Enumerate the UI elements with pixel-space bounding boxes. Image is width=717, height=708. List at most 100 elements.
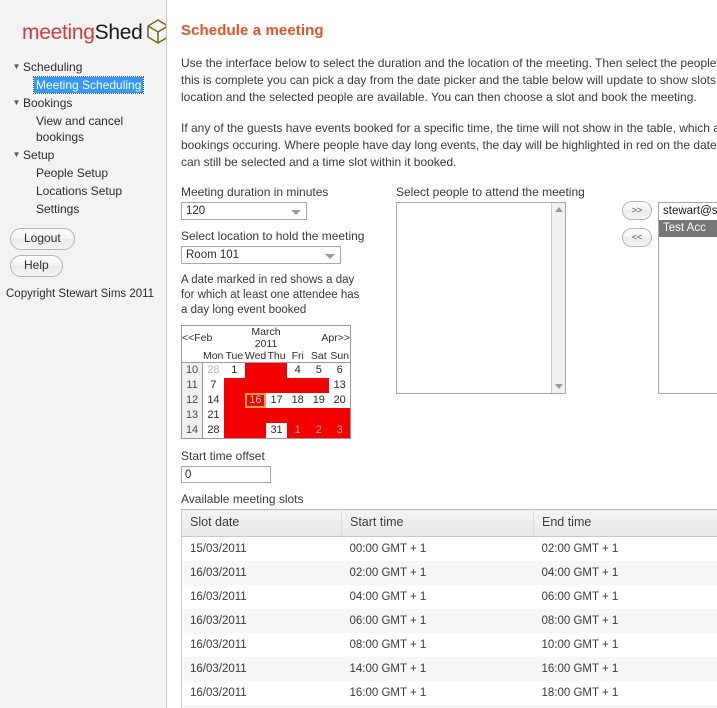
slots-col-end-time[interactable]: End time: [533, 509, 717, 537]
location-select[interactable]: Room 101: [181, 246, 341, 264]
sidebar-item-settings[interactable]: Settings: [8, 200, 166, 218]
cube-icon: [143, 16, 166, 49]
chevron-down-icon[interactable]: ▼: [10, 59, 23, 75]
table-row[interactable]: 16/03/2011 08:00 GMT + 1 10:00 GMT + 1: [181, 633, 717, 657]
calendar-week-row: 14 28 29 30 31 1 2 3: [181, 423, 351, 439]
calendar-week-number: 13: [181, 408, 204, 423]
sidebar-actions: Logout Help: [0, 228, 166, 282]
calendar-month-label: March: [251, 326, 281, 338]
intro-paragraph-1: Use the interface below to select the du…: [181, 56, 717, 104]
attending-people-items: stewart@ssims.co.ukTest Acc: [659, 203, 717, 237]
end-time-cell: 16:00 GMT + 1: [533, 657, 717, 681]
calendar-next-month-button[interactable]: Apr>>: [308, 325, 351, 350]
calendar-dow-thu: Thu: [266, 350, 288, 363]
calendar-day[interactable]: 17: [266, 393, 288, 408]
app-window: meeting Shed ▼ Scheduling Meeting Schedu…: [0, 0, 717, 708]
chevron-down-icon[interactable]: [325, 254, 335, 259]
table-row[interactable]: 16/03/2011 04:00 GMT + 1 06:00 GMT + 1: [181, 585, 717, 609]
calendar-day-selected[interactable]: 16: [244, 393, 266, 408]
location-select-value: Room 101: [186, 249, 240, 261]
sidebar-item-view-cancel-bookings[interactable]: View and cancel bookings: [8, 112, 166, 146]
calendar-day[interactable]: 14: [202, 393, 224, 408]
calendar-day[interactable]: 24: [266, 408, 288, 423]
help-button[interactable]: Help: [10, 255, 63, 277]
table-row[interactable]: 16/03/2011 14:00 GMT + 1 16:00 GMT + 1: [181, 657, 717, 681]
attending-people-listbox[interactable]: stewart@ssims.co.ukTest Acc: [658, 202, 717, 394]
calendar-day[interactable]: 11: [287, 378, 309, 393]
calendar-day[interactable]: 25: [287, 408, 309, 423]
app-logo[interactable]: meeting Shed: [0, 0, 166, 49]
calendar-day[interactable]: 4: [287, 362, 309, 378]
sidebar-item-label: People Setup: [36, 166, 109, 180]
sidebar-group-header-scheduling[interactable]: ▼ Scheduling: [8, 58, 166, 76]
date-picker[interactable]: <<Feb March 2011 Apr>> Mon Tue Wed Thu F…: [181, 325, 351, 439]
calendar-day[interactable]: 28: [202, 362, 224, 378]
chevron-up-icon[interactable]: [555, 207, 563, 212]
table-row[interactable]: 15/03/2011 00:00 GMT + 1 02:00 GMT + 1: [181, 536, 717, 561]
calendar-day[interactable]: 5: [308, 362, 330, 378]
duration-select[interactable]: 120: [181, 202, 307, 220]
calendar-prev-month-button[interactable]: <<Feb: [181, 325, 224, 350]
table-row[interactable]: 16/03/2011 06:00 GMT + 1 08:00 GMT + 1: [181, 609, 717, 633]
chevron-down-icon[interactable]: ▼: [10, 95, 23, 111]
calendar-day[interactable]: 30: [244, 423, 266, 439]
calendar-day[interactable]: 2: [244, 362, 266, 378]
calendar-dow-wed: Wed: [244, 350, 267, 363]
list-item[interactable]: stewart@ssims.co.uk: [659, 203, 717, 220]
slots-col-slot-date[interactable]: Slot date: [181, 509, 342, 537]
calendar-day[interactable]: 9: [244, 378, 266, 393]
calendar-day[interactable]: 2: [308, 423, 330, 439]
calendar-day[interactable]: 22: [223, 408, 245, 423]
sidebar-item-people-setup[interactable]: People Setup: [8, 164, 166, 182]
calendar-day[interactable]: 10: [266, 378, 288, 393]
calendar-day[interactable]: 29: [223, 423, 245, 439]
calendar-day[interactable]: 28: [202, 423, 224, 439]
calendar-day[interactable]: 1: [223, 362, 245, 378]
calendar-day[interactable]: 20: [329, 393, 351, 408]
calendar-day[interactable]: 13: [329, 378, 351, 393]
available-people-listbox[interactable]: [396, 202, 566, 394]
calendar-day[interactable]: 12: [308, 378, 330, 393]
calendar-day[interactable]: 27: [329, 408, 351, 423]
calendar-dow-tue: Tue: [223, 350, 245, 363]
calendar-day[interactable]: 3: [329, 423, 351, 439]
sidebar-item-label: View and cancel bookings: [36, 114, 124, 144]
calendar-week-row: 11 7 8 9 10 11 12 13: [181, 378, 351, 393]
start-time-offset-input[interactable]: [181, 466, 271, 483]
chevron-down-icon[interactable]: [291, 210, 301, 215]
list-item[interactable]: Test Acc: [659, 220, 717, 237]
chevron-down-icon[interactable]: ▼: [10, 147, 23, 163]
end-time-cell: 08:00 GMT + 1: [533, 609, 717, 633]
table-row[interactable]: 16/03/2011 16:00 GMT + 1 18:00 GMT + 1: [181, 681, 717, 705]
slot-date-cell: 16/03/2011: [181, 561, 342, 585]
calendar-day[interactable]: 26: [308, 408, 330, 423]
logout-button[interactable]: Logout: [10, 228, 75, 250]
calendar-day[interactable]: 18: [287, 393, 309, 408]
transfer-buttons: >> <<: [616, 185, 658, 255]
calendar-week-row: 13 21 22 23 24 25 26 27: [181, 408, 351, 423]
sidebar-item-meeting-scheduling[interactable]: Meeting Scheduling: [8, 76, 166, 94]
table-row[interactable]: 16/03/2011 02:00 GMT + 1 04:00 GMT + 1: [181, 561, 717, 585]
calendar-day[interactable]: 1: [287, 423, 309, 439]
sidebar-item-locations-setup[interactable]: Locations Setup: [8, 182, 166, 200]
end-time-cell: 02:00 GMT + 1: [533, 536, 717, 561]
available-slots-table[interactable]: Slot date Start time End time 15/03/2011…: [181, 509, 717, 708]
main-content: Schedule a meeting Use the interface bel…: [167, 0, 717, 708]
available-people-scrollbar[interactable]: [551, 203, 565, 393]
calendar-day[interactable]: 31: [266, 423, 288, 439]
calendar-day[interactable]: 15: [223, 393, 245, 408]
sidebar-group-header-bookings[interactable]: ▼ Bookings: [8, 94, 166, 112]
calendar-day[interactable]: 7: [202, 378, 224, 393]
calendar-day[interactable]: 6: [329, 362, 351, 378]
calendar-day[interactable]: 23: [244, 408, 266, 423]
add-person-button[interactable]: >>: [622, 201, 652, 220]
sidebar-group-header-setup[interactable]: ▼ Setup: [8, 146, 166, 164]
chevron-down-icon[interactable]: [555, 384, 563, 389]
sidebar-group-label: Bookings: [23, 96, 73, 110]
slots-col-start-time[interactable]: Start time: [341, 509, 534, 537]
calendar-day[interactable]: 21: [202, 408, 224, 423]
calendar-day[interactable]: 19: [308, 393, 330, 408]
calendar-day[interactable]: 3: [266, 362, 288, 378]
calendar-day[interactable]: 8: [223, 378, 245, 393]
remove-person-button[interactable]: <<: [622, 228, 652, 247]
